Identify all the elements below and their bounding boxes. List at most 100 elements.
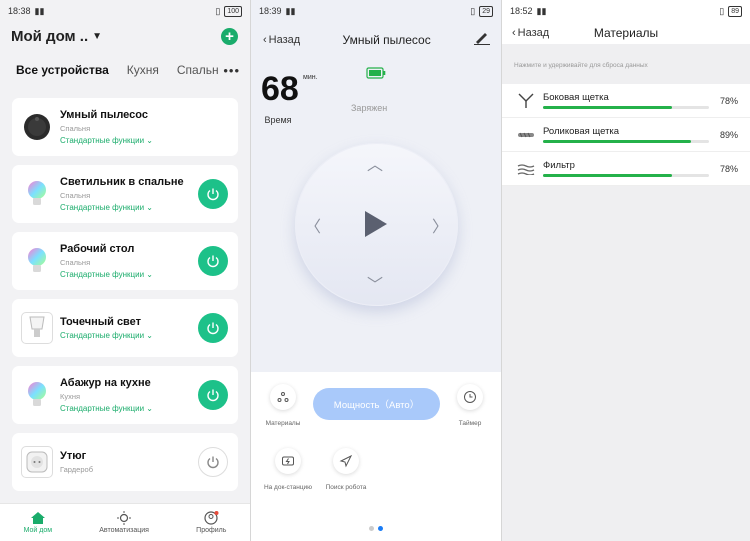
power-toggle[interactable] [198, 447, 228, 477]
more-icon[interactable]: ••• [223, 63, 240, 78]
charge-block: Заряжен [351, 66, 387, 113]
time-unit: мин. [303, 74, 318, 81]
device-room: Спальня [60, 124, 91, 133]
timer-label: Таймер [458, 420, 482, 427]
device-functions-label: Стандартные функции [60, 404, 145, 413]
home-selector[interactable]: Мой дом .. ▼ [11, 28, 102, 45]
time-block: 68 мин. Время [261, 70, 318, 125]
bulb-icon [21, 379, 53, 411]
device-card[interactable]: Утюг Гардероб [12, 433, 238, 491]
power-mode-button[interactable]: Мощность（Авто） [313, 388, 440, 420]
arrow-up-icon[interactable]: ︿ [367, 151, 383, 175]
materials-label: Материалы [265, 420, 301, 427]
find-robot-button[interactable] [333, 448, 359, 474]
play-icon[interactable] [363, 210, 389, 238]
device-card[interactable]: Умный пылесос Спальня Стандартные функци… [12, 98, 238, 156]
back-button[interactable]: ‹ Назад [263, 34, 300, 46]
bulb-icon [21, 245, 53, 277]
material-progress-fill [543, 174, 673, 177]
room-tabs: Все устройства Кухня Спальн ••• [0, 50, 250, 90]
nav-profile[interactable]: Профиль [196, 511, 226, 534]
status-time: 18:52 [510, 6, 533, 16]
power-toggle[interactable] [198, 313, 228, 343]
device-functions-label: Стандартные функции [60, 136, 145, 145]
side-brush-icon [516, 93, 536, 109]
vacuum-header: ‹ Назад Умный пылесос [251, 22, 501, 58]
tab-bedroom[interactable]: Спальн [177, 63, 219, 77]
device-functions-link[interactable]: Стандартные функции ⌄ [60, 404, 198, 413]
power-icon [207, 456, 219, 469]
home-icon [30, 512, 45, 524]
time-value: 68 [261, 70, 299, 108]
home-title: Мой дом .. [11, 27, 89, 45]
power-toggle[interactable] [198, 380, 228, 410]
add-device-button[interactable]: + [221, 27, 238, 45]
device-functions-link[interactable]: Стандартные функции ⌄ [60, 136, 228, 145]
device-functions-label: Стандартные функции [60, 203, 145, 212]
arrow-down-icon[interactable]: ﹀ [367, 271, 383, 295]
nav-automation[interactable]: Автоматизация [99, 511, 149, 534]
power-toggle[interactable] [198, 179, 228, 209]
material-percent: 78% [719, 95, 738, 106]
device-name: Светильник в спальне [60, 176, 184, 188]
charging-dock-icon [282, 456, 294, 466]
vacuum-screen: 18:39 ▮▮ ▯ 29 ‹ Назад Умный пылесос 68 м… [251, 0, 501, 541]
nav-profile-label: Профиль [196, 527, 227, 534]
device-card[interactable]: Абажур на кухне Кухня Стандартные функци… [12, 366, 238, 424]
device-functions-link[interactable]: Стандартные функции ⌄ [60, 331, 198, 340]
roller-brush-icon [516, 130, 536, 140]
status-time: 18:39 [259, 6, 282, 16]
clock-icon [464, 391, 476, 403]
device-name: Утюг [60, 450, 87, 462]
device-card[interactable]: Точечный свет Стандартные функции ⌄ [12, 299, 238, 357]
charge-status: Заряжен [351, 103, 388, 113]
home-header: Мой дом .. ▼ + [0, 22, 250, 50]
material-row[interactable]: Боковая щетка 78% [502, 84, 750, 118]
edit-icon[interactable] [473, 31, 491, 50]
battery-indicator: 29 [479, 5, 493, 17]
arrow-left-icon[interactable]: 〈 [305, 213, 321, 237]
materials-screen: 18:52 ▮▮ ▯ 89 Материалы ‹ Назад Нажмите … [502, 0, 750, 541]
device-list: Умный пылесос Спальня Стандартные функци… [0, 90, 250, 491]
direction-pad[interactable]: ︿ ﹀ 〈 〉 [295, 143, 458, 306]
material-name: Роликовая щетка [543, 126, 620, 137]
device-name: Умный пылесос [60, 109, 148, 121]
device-name: Рабочий стол [60, 243, 135, 255]
page-title: Умный пылесос [342, 33, 431, 47]
nav-automation-label: Автоматизация [99, 527, 149, 534]
tab-all-devices[interactable]: Все устройства [16, 63, 109, 77]
nav-home[interactable]: Мой дом [24, 511, 52, 534]
device-functions-link[interactable]: Стандартные функции ⌄ [60, 203, 198, 212]
dock-button[interactable] [275, 448, 301, 474]
vibrate-icon: ▯ [719, 5, 725, 16]
device-room: Гардероб [60, 465, 93, 474]
page-dot [369, 526, 374, 531]
nav-home-label: Мой дом [23, 527, 53, 534]
spot-bulb-icon [21, 312, 53, 344]
back-label: Назад [268, 34, 301, 46]
page-dot-active [378, 526, 383, 531]
vibrate-icon: ▯ [215, 5, 221, 16]
device-card[interactable]: Светильник в спальне Спальня Стандартные… [12, 165, 238, 223]
power-toggle[interactable] [198, 246, 228, 276]
power-icon [207, 188, 219, 201]
status-bar: 18:39 ▮▮ ▯ 29 [251, 0, 501, 22]
device-functions-link[interactable]: Стандартные функции ⌄ [60, 270, 198, 279]
material-row[interactable]: Роликовая щетка 89% [502, 118, 750, 152]
material-row[interactable]: Фильтр 78% [502, 152, 750, 186]
device-room: Кухня [60, 392, 81, 401]
material-progress [543, 174, 709, 177]
robot-vacuum-icon [21, 111, 53, 143]
device-card[interactable]: Рабочий стол Спальня Стандартные функции… [12, 232, 238, 290]
material-progress [543, 106, 709, 109]
arrow-right-icon[interactable]: 〉 [432, 213, 448, 237]
materials-icon [277, 392, 289, 402]
timer-button[interactable] [457, 384, 483, 410]
materials-button[interactable] [270, 384, 296, 410]
device-room: Спальня [60, 258, 91, 267]
materials-header: Материалы ‹ Назад [502, 22, 750, 44]
back-button[interactable]: ‹ Назад [512, 27, 549, 39]
device-name: Точечный свет [60, 316, 142, 328]
bulb-icon [21, 178, 53, 210]
tab-kitchen[interactable]: Кухня [127, 63, 159, 77]
